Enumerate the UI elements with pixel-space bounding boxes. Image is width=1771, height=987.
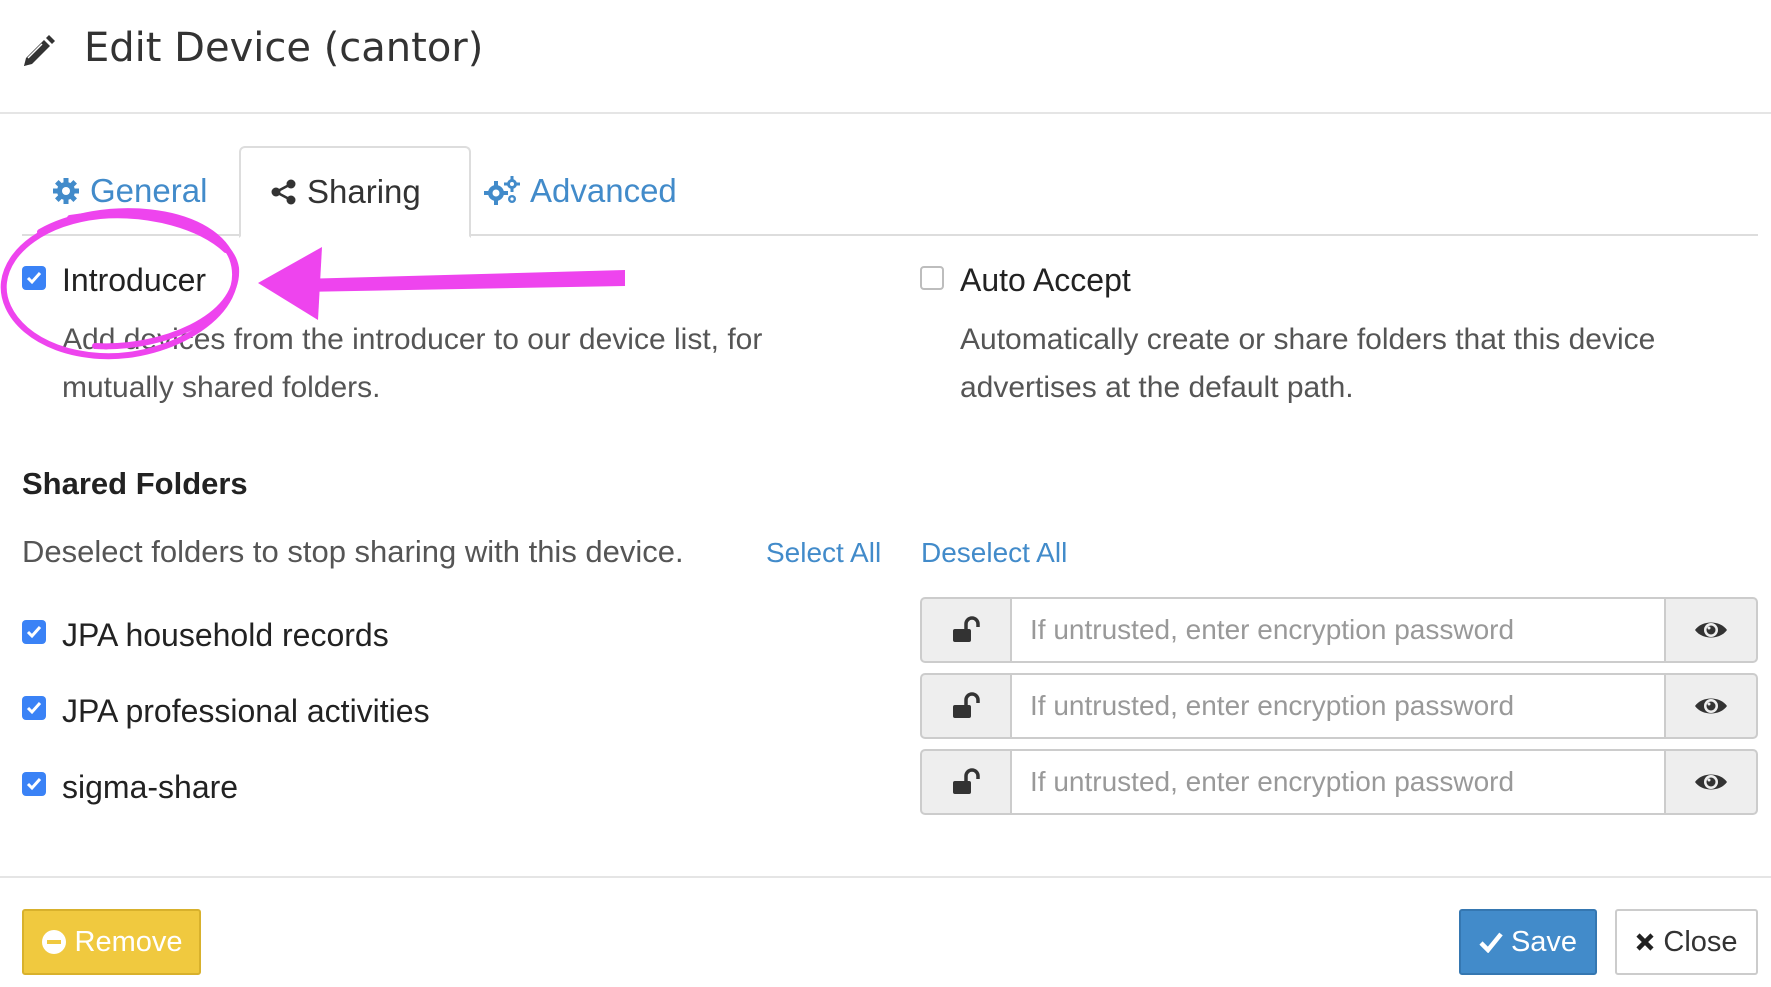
auto-accept-help-line-2: advertises at the default path.	[960, 371, 1354, 404]
check-icon	[1479, 931, 1503, 953]
shared-folders-title: Shared Folders	[22, 466, 248, 501]
tab-bar: General Sharing Advanced	[22, 146, 1758, 238]
eye-icon[interactable]	[1664, 673, 1758, 739]
remove-button[interactable]: Remove	[22, 909, 201, 975]
unlock-icon[interactable]	[920, 673, 1012, 739]
introducer-checkbox[interactable]	[22, 266, 46, 290]
introducer-help-line-2: mutually shared folders.	[62, 371, 381, 404]
tab-general-label: General	[90, 172, 208, 209]
tab-advanced[interactable]: Advanced	[484, 146, 677, 236]
eye-icon[interactable]	[1664, 597, 1758, 663]
unlock-icon[interactable]	[920, 749, 1012, 815]
folder-password-group	[920, 673, 1758, 739]
save-button[interactable]: Save	[1459, 909, 1597, 975]
modal-title: Edit Device (cantor)	[84, 25, 484, 71]
pencil-icon	[20, 34, 56, 70]
auto-accept-help: Automatically create or share folders th…	[960, 316, 1655, 412]
folder-checkbox[interactable]	[22, 772, 46, 796]
share-icon	[271, 179, 297, 205]
unlock-icon[interactable]	[920, 597, 1012, 663]
close-icon	[1635, 932, 1655, 952]
tab-advanced-label: Advanced	[530, 172, 677, 209]
eye-icon[interactable]	[1664, 749, 1758, 815]
tab-sharing-label: Sharing	[307, 173, 421, 210]
auto-accept-help-line-1: Automatically create or share folders th…	[960, 323, 1656, 356]
tab-sharing[interactable]: Sharing	[239, 146, 471, 238]
shared-folders-hint: Deselect folders to stop sharing with th…	[22, 534, 684, 569]
folder-label: JPA professional activities	[62, 693, 430, 729]
folder-checkbox[interactable]	[22, 696, 46, 720]
auto-accept-checkbox[interactable]	[920, 266, 944, 290]
deselect-all-link[interactable]: Deselect All	[921, 537, 1067, 569]
encryption-password-input[interactable]	[1010, 749, 1666, 815]
save-button-label: Save	[1510, 925, 1578, 958]
annotation-arrow	[258, 247, 625, 320]
folder-password-group	[920, 749, 1758, 815]
close-button[interactable]: Close	[1615, 909, 1758, 975]
folder-label: JPA household records	[62, 617, 389, 653]
introducer-help: Add devices from the introducer to our d…	[62, 316, 762, 412]
auto-accept-label: Auto Accept	[960, 262, 1131, 298]
edit-device-modal: Edit Device (cantor) General Sharing Adv…	[0, 0, 1771, 987]
gears-icon	[484, 176, 520, 206]
remove-button-label: Remove	[74, 925, 183, 958]
folder-password-group	[920, 597, 1758, 663]
folder-label: sigma-share	[62, 769, 239, 805]
modal-header: Edit Device (cantor)	[0, 0, 1771, 114]
tab-general[interactable]: General	[52, 146, 207, 236]
minus-circle-icon	[41, 929, 67, 955]
encryption-password-input[interactable]	[1010, 597, 1666, 663]
close-button-label: Close	[1663, 925, 1738, 958]
folder-checkbox[interactable]	[22, 620, 46, 644]
encryption-password-input[interactable]	[1010, 673, 1666, 739]
modal-footer-divider	[0, 876, 1771, 878]
select-all-link[interactable]: Select All	[766, 537, 881, 569]
gear-icon	[52, 177, 80, 205]
introducer-help-line-1: Add devices from the introducer to our d…	[62, 323, 763, 356]
introducer-label: Introducer	[62, 262, 207, 298]
